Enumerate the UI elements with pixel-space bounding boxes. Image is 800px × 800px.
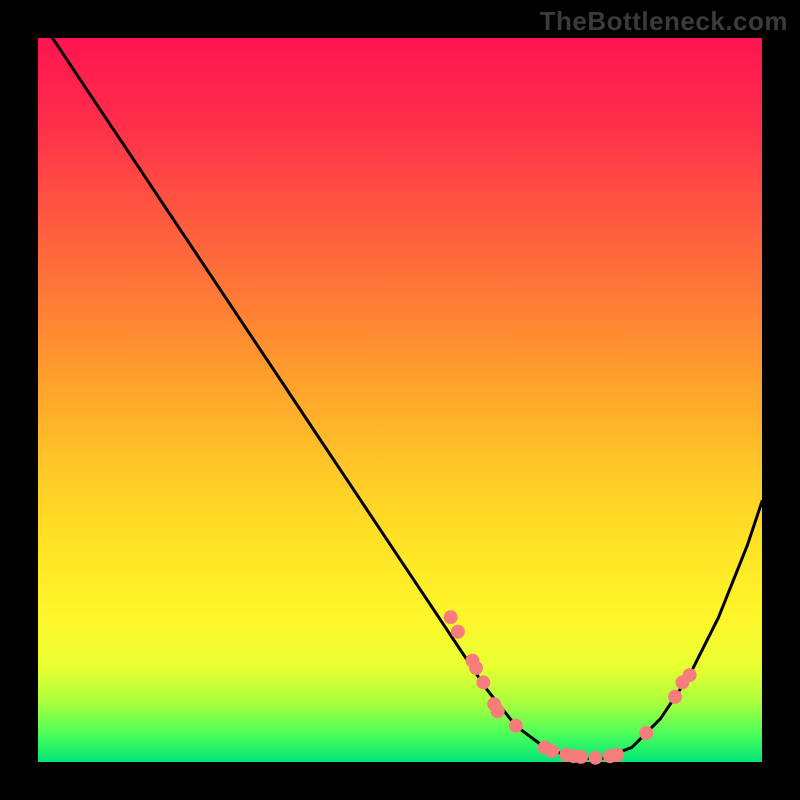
data-marker (610, 748, 624, 762)
data-marker (668, 690, 682, 704)
marker-group (444, 610, 697, 765)
data-marker (509, 719, 523, 733)
attribution-label: TheBottleneck.com (540, 6, 788, 37)
chart-frame: TheBottleneck.com (0, 0, 800, 800)
data-marker (683, 668, 697, 682)
data-marker (444, 610, 458, 624)
plot-area (38, 38, 762, 762)
data-marker (491, 704, 505, 718)
data-marker (469, 661, 483, 675)
data-marker (574, 750, 588, 764)
bottleneck-curve (53, 38, 763, 758)
data-marker (451, 625, 465, 639)
data-marker (639, 726, 653, 740)
data-marker (476, 675, 490, 689)
data-marker (589, 751, 603, 765)
curve-svg (38, 38, 762, 762)
data-marker (545, 744, 559, 758)
